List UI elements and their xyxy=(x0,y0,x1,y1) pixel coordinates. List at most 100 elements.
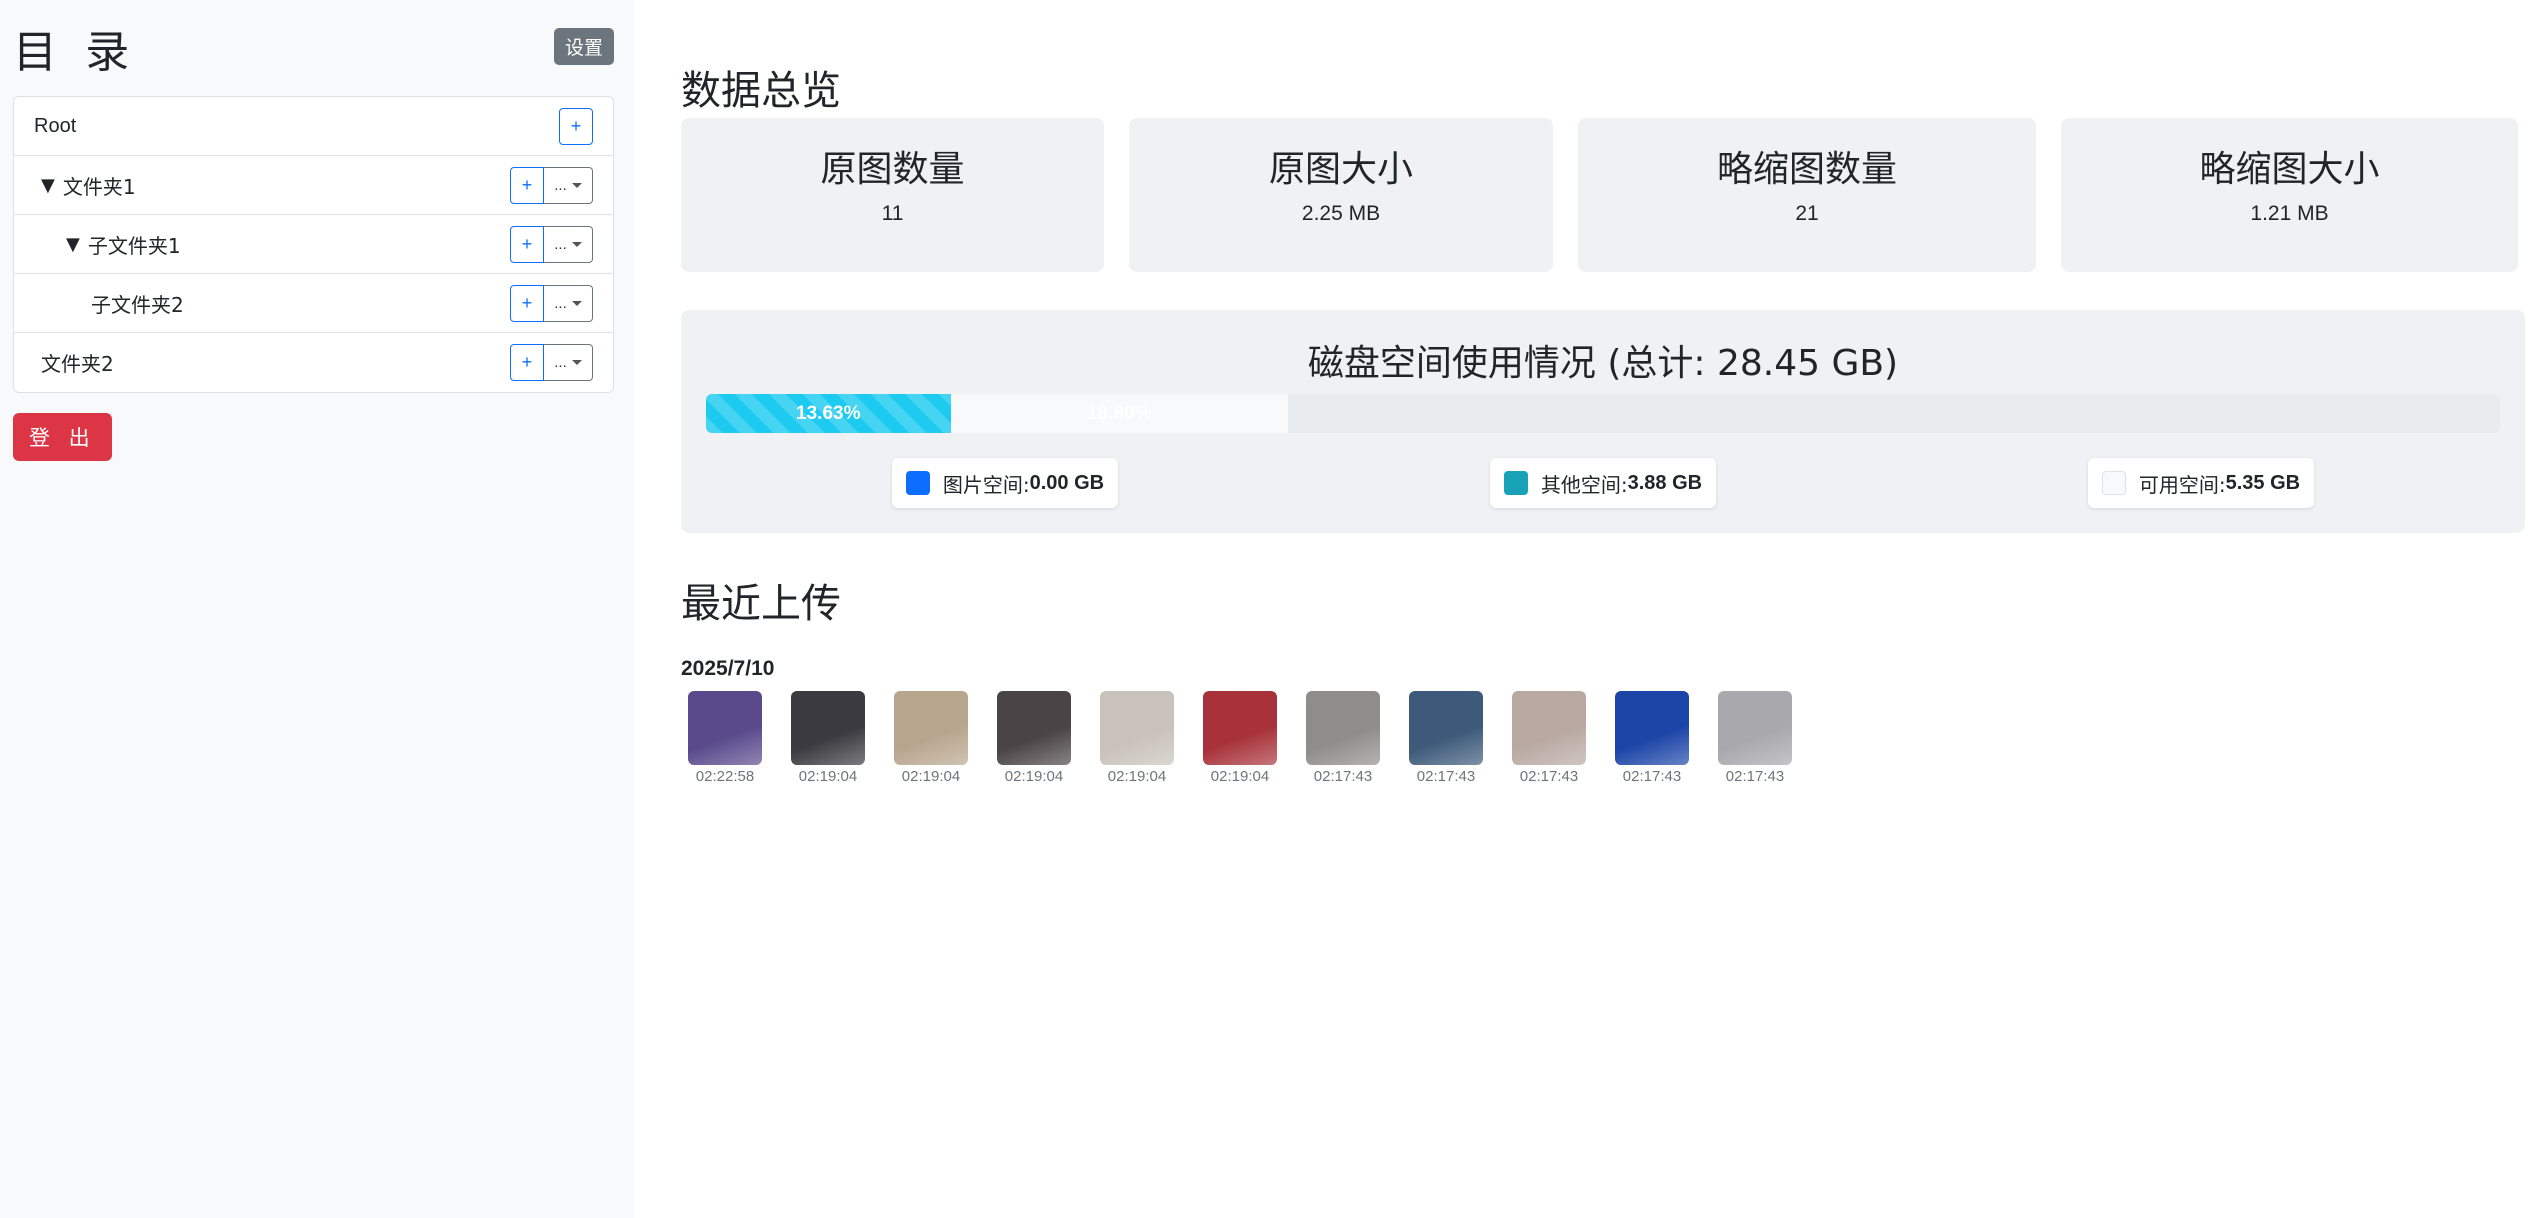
thumbnail-item[interactable]: 02:19:04 xyxy=(1100,691,1174,785)
more-options-dropdown[interactable]: ... xyxy=(544,284,593,322)
settings-button[interactable]: 设置 xyxy=(553,27,614,65)
progress-segment: 18.80% xyxy=(950,394,1288,433)
thumbnail-time: 02:19:04 xyxy=(1004,768,1064,785)
caret-down-icon[interactable]: ▼ xyxy=(41,175,55,196)
tree-row-actions: +... xyxy=(510,284,593,322)
tree-row-actions: +... xyxy=(510,225,593,263)
caret-down-icon xyxy=(571,360,582,365)
thumbnail-time: 02:17:43 xyxy=(1622,768,1682,785)
thumbnail-image[interactable] xyxy=(688,691,762,765)
thumbnail-item[interactable]: 02:19:04 xyxy=(997,691,1071,785)
add-folder-button[interactable]: + xyxy=(510,166,544,204)
tree-node[interactable]: Root xyxy=(14,115,76,138)
tree-row[interactable]: ▼ 子文件夹1 +... xyxy=(14,215,613,274)
thumbnail-time: 02:17:43 xyxy=(1725,768,1785,785)
legend-value: 0.00 GB xyxy=(1029,471,1105,494)
legend-item: 其他空间: 3.88 GB xyxy=(1489,458,1717,508)
disk-usage-progress: 13.63% 18.80% xyxy=(706,394,2500,433)
thumbnail-image[interactable] xyxy=(1203,691,1277,765)
caret-down-icon xyxy=(571,241,582,247)
stat-label: 略缩图大小 xyxy=(2199,149,2380,190)
thumbnail-item[interactable]: 02:17:43 xyxy=(1409,691,1483,785)
thumbnail-image[interactable] xyxy=(894,691,968,765)
thumbnail-time: 02:19:04 xyxy=(798,768,858,785)
thumbnail-time: 02:19:04 xyxy=(1210,768,1270,785)
tree-node-label: 子文件夹1 xyxy=(87,233,181,258)
thumbnail-time: 02:17:43 xyxy=(1519,768,1579,785)
legend-swatch xyxy=(1503,471,1528,495)
tree-node-label: 文件夹2 xyxy=(41,352,114,376)
sidebar-header: 目 录 设置 xyxy=(13,0,614,92)
tree-node[interactable]: ▼ 文件夹1 xyxy=(14,171,136,200)
stat-value: 1.21 MB xyxy=(2250,202,2329,225)
caret-down-icon xyxy=(571,182,582,188)
thumbnail-image[interactable] xyxy=(1409,691,1483,765)
legend-swatch xyxy=(905,471,930,495)
tree-node[interactable]: ▼ 子文件夹1 xyxy=(14,230,181,259)
stat-label: 略缩图数量 xyxy=(1716,149,1897,190)
more-options-label: ... xyxy=(554,354,567,371)
tree-row-actions: + xyxy=(559,107,593,145)
upload-date-label: 2025/7/10 xyxy=(681,657,775,680)
add-folder-button[interactable]: + xyxy=(510,344,544,381)
thumbnail-image[interactable] xyxy=(1306,691,1380,765)
thumbnail-item[interactable]: 02:17:43 xyxy=(1512,691,1586,785)
tree-node-label: 文件夹1 xyxy=(62,174,136,199)
stat-card: 原图数量 11 xyxy=(681,118,1104,272)
stat-card: 略缩图大小 1.21 MB xyxy=(2061,118,2518,272)
legend-label: 其他空间: xyxy=(1540,472,1628,497)
legend-label: 图片空间: xyxy=(942,472,1030,497)
progress-segment: 13.63% xyxy=(706,394,951,433)
tree-node-label: Root xyxy=(34,114,77,137)
thumbnail-time: 02:17:43 xyxy=(1313,768,1373,785)
thumbnail-item[interactable]: 02:19:04 xyxy=(1203,691,1277,785)
tree-node[interactable]: 文件夹2 xyxy=(14,348,114,377)
stat-label: 原图大小 xyxy=(1268,149,1413,190)
more-options-dropdown[interactable]: ... xyxy=(544,166,593,204)
add-folder-button[interactable]: + xyxy=(510,284,544,322)
thumbnail-image[interactable] xyxy=(791,691,865,765)
more-options-label: ... xyxy=(554,235,567,253)
tree-row-actions: +... xyxy=(510,166,593,204)
thumbnail-image[interactable] xyxy=(1615,691,1689,765)
thumbnail-grid: 02:22:58 02:19:04 02:19:04 02:19:04 02:19:04… xyxy=(681,691,2525,785)
tree-row[interactable]: Root + xyxy=(14,97,613,156)
thumbnail-item[interactable]: 02:19:04 xyxy=(894,691,968,785)
caret-down-icon xyxy=(571,300,582,306)
thumbnail-item[interactable]: 02:17:43 xyxy=(1718,691,1792,785)
logout-button[interactable]: 登 出 xyxy=(13,413,112,461)
more-options-dropdown[interactable]: ... xyxy=(544,225,593,263)
thumbnail-time: 02:19:04 xyxy=(1107,768,1167,785)
disk-usage-title: 磁盘空间使用情况 (总计: 28.45 GB) xyxy=(1307,343,1899,384)
tree-node-label: 子文件夹2 xyxy=(91,292,184,317)
thumbnail-time: 02:17:43 xyxy=(1416,768,1476,785)
thumbnail-item[interactable]: 02:22:58 xyxy=(688,691,762,785)
thumbnail-item[interactable]: 02:17:43 xyxy=(1306,691,1380,785)
stats-row: 原图数量 11 原图大小 2.25 MB 略缩图数量 21 略缩图大小 1.21 MB xyxy=(681,118,2525,272)
tree-row[interactable]: 子文件夹2 +... xyxy=(14,274,613,333)
add-folder-button[interactable]: + xyxy=(510,225,544,263)
legend-item: 图片空间: 0.00 GB xyxy=(891,458,1119,508)
thumbnail-item[interactable]: 02:19:04 xyxy=(791,691,865,785)
overview-title: 数据总览 xyxy=(681,68,841,114)
disk-usage-legend: 图片空间: 0.00 GB 其他空间: 3.88 GB 可用空间: 5.35 GB xyxy=(706,458,2500,508)
thumbnail-item[interactable]: 02:17:43 xyxy=(1615,691,1689,785)
tree-node[interactable]: 子文件夹2 xyxy=(14,289,184,318)
thumbnail-image[interactable] xyxy=(1718,691,1792,765)
tree-row-actions: +... xyxy=(510,344,593,381)
thumbnail-image[interactable] xyxy=(1512,691,1586,765)
main-content: 数据总览 原图数量 11 原图大小 2.25 MB 略缩图数量 21 略缩图大小 1.21 M… xyxy=(634,0,2545,1218)
caret-down-icon[interactable]: ▼ xyxy=(66,234,80,255)
tree-row[interactable]: 文件夹2 +... xyxy=(14,333,613,392)
more-options-dropdown[interactable]: ... xyxy=(544,344,593,381)
add-folder-button[interactable]: + xyxy=(559,107,593,145)
stat-value: 21 xyxy=(1795,202,1819,225)
sidebar-title: 目 录 xyxy=(13,28,138,77)
stat-value: 11 xyxy=(881,202,904,225)
thumbnail-image[interactable] xyxy=(1100,691,1174,765)
tree-row[interactable]: ▼ 文件夹1 +... xyxy=(14,156,613,215)
legend-item: 可用空间: 5.35 GB xyxy=(2087,458,2315,508)
legend-value: 3.88 GB xyxy=(1627,471,1703,494)
thumbnail-image[interactable] xyxy=(997,691,1071,765)
thumbnail-time: 02:22:58 xyxy=(695,768,755,785)
